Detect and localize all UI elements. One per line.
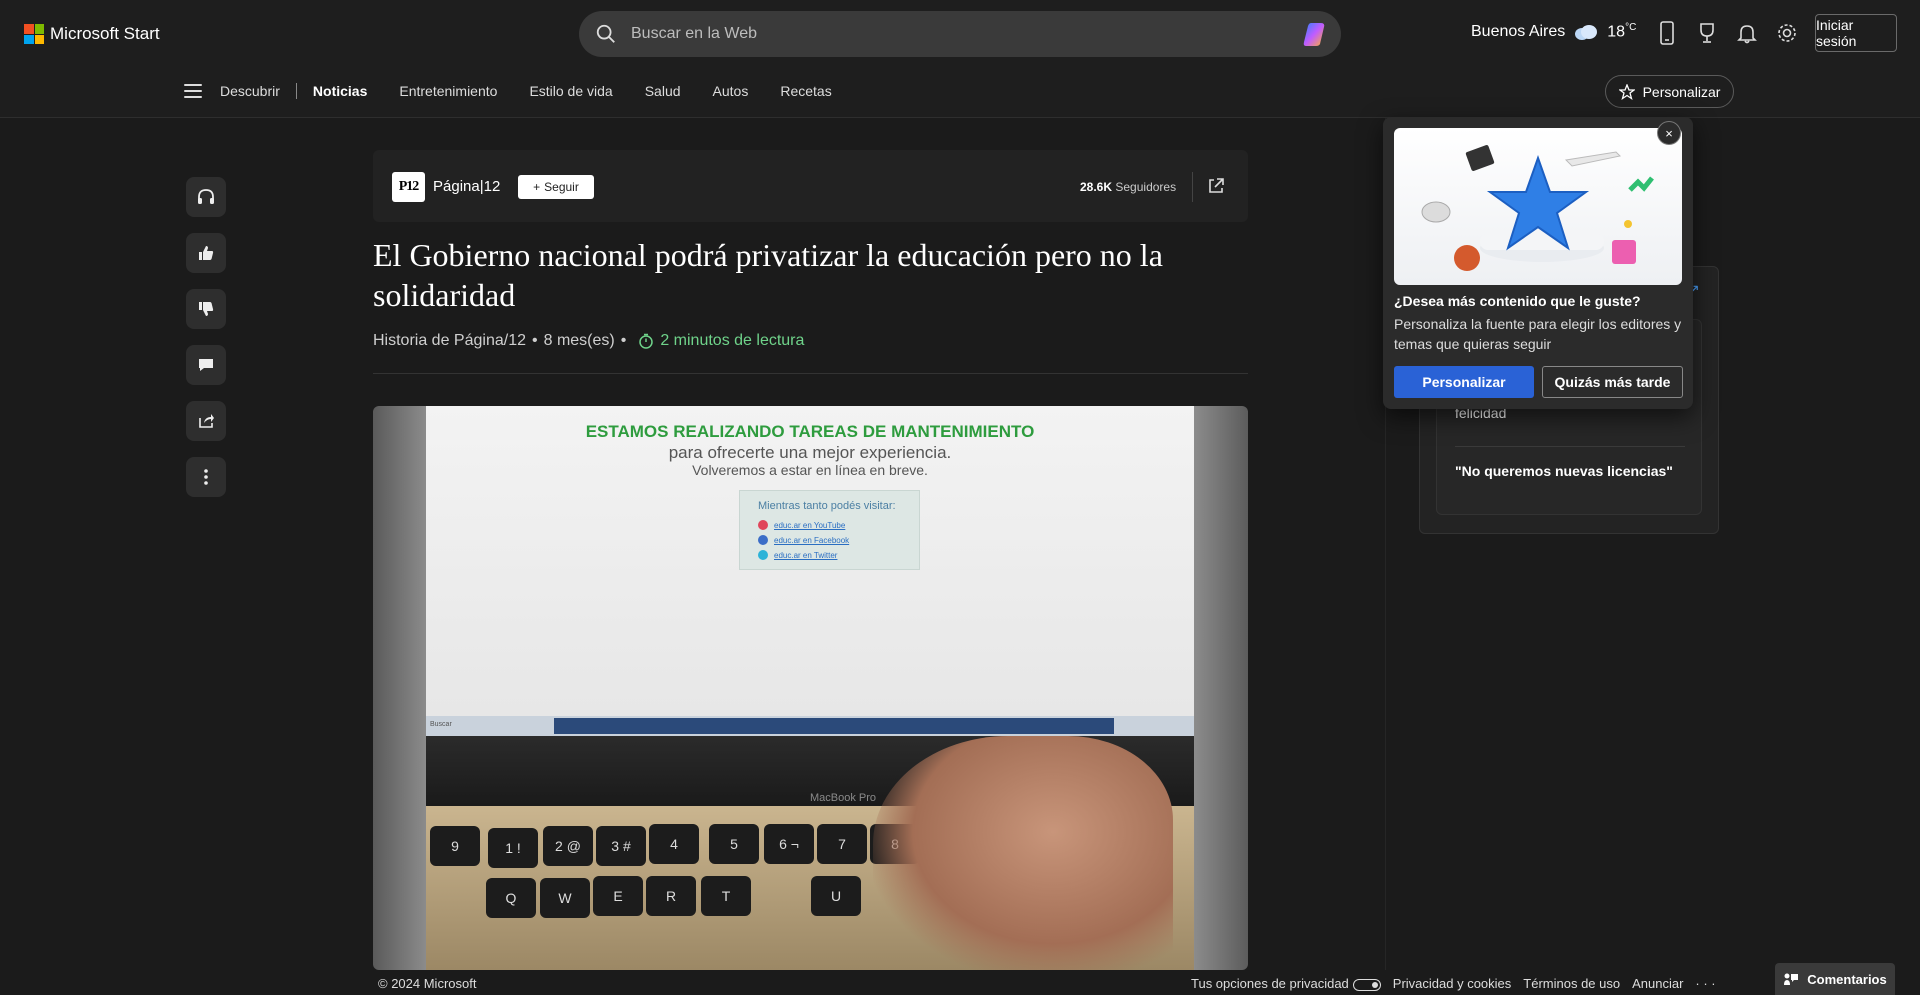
- comment-button[interactable]: [186, 345, 226, 385]
- article-hero-image[interactable]: ESTAMOS REALIZANDO TAREAS DE MANTENIMIEN…: [373, 406, 1248, 970]
- visit-box: Mientras tanto podés visitar: educ.ar en…: [739, 490, 920, 570]
- divider: [1455, 446, 1685, 447]
- popup-title: ¿Desea más contenido que le guste?: [1394, 293, 1641, 309]
- laptop-label: MacBook Pro: [810, 792, 877, 804]
- feedback-icon: [1784, 973, 1799, 985]
- star-illustration-icon: [1421, 145, 1654, 271]
- privacy-toggle-icon: [1352, 978, 1381, 991]
- search-input[interactable]: [631, 25, 1271, 43]
- privacy-cookies-link[interactable]: Privacidad y cookies: [1393, 976, 1512, 991]
- personalize-button[interactable]: Personalizar: [1605, 75, 1734, 108]
- bell-icon[interactable]: [1734, 20, 1760, 46]
- nav-item-descubrir[interactable]: Descubrir: [220, 83, 280, 99]
- read-time: 2 minutos de lectura: [638, 332, 804, 350]
- headphones-icon: [198, 189, 214, 204]
- nav-item-recetas[interactable]: Recetas: [780, 83, 831, 99]
- byline-separator: •: [620, 332, 627, 349]
- mobile-icon[interactable]: [1654, 20, 1680, 46]
- byline-source: Historia de Página/12: [373, 332, 526, 349]
- nav-item-salud[interactable]: Salud: [645, 83, 681, 99]
- laptop-screen: ESTAMOS REALIZANDO TAREAS DE MANTENIMIEN…: [426, 406, 1194, 736]
- brand-name: Microsoft Start: [50, 24, 160, 43]
- followers-count: 28.6K Seguidores: [1080, 180, 1177, 194]
- nav-item-noticias[interactable]: Noticias: [313, 83, 367, 99]
- page-footer: © 2024 Microsoft Tus opciones de privaci…: [0, 970, 1920, 995]
- taskbar-apps: [554, 718, 1114, 734]
- personalize-popup: × ¿Desea más contenido que le guste? Per…: [1383, 117, 1693, 409]
- twitter-icon: [758, 550, 768, 560]
- copyright: © 2024 Microsoft: [378, 976, 477, 991]
- like-button[interactable]: [186, 233, 226, 273]
- gear-icon[interactable]: [1774, 20, 1800, 46]
- publisher-logo[interactable]: P12: [392, 172, 425, 202]
- search-bar[interactable]: [579, 11, 1341, 57]
- external-link-icon[interactable]: [1206, 176, 1226, 196]
- terms-link[interactable]: Términos de uso: [1523, 976, 1620, 991]
- popup-illustration: [1394, 128, 1682, 285]
- plus-icon: +: [533, 180, 541, 194]
- maintenance-title: ESTAMOS REALIZANDO TAREAS DE MANTENIMIEN…: [585, 422, 1035, 441]
- timer-icon: [639, 333, 654, 349]
- more-options-button[interactable]: [186, 457, 226, 497]
- byline-separator: •: [531, 332, 538, 349]
- personalize-confirm-button[interactable]: Personalizar: [1394, 366, 1534, 398]
- nav-divider: [295, 83, 297, 99]
- nav-item-autos[interactable]: Autos: [713, 83, 749, 99]
- byline-age: 8 mes(es): [543, 332, 615, 349]
- search-icon: [596, 24, 615, 43]
- hand-shape: [873, 736, 1173, 970]
- weather-temp: 18°C: [1607, 22, 1637, 41]
- brand-logo[interactable]: Microsoft Start: [24, 24, 160, 44]
- hamburger-menu-icon[interactable]: [184, 84, 202, 98]
- comment-icon: [199, 359, 213, 371]
- dislike-button[interactable]: [186, 289, 226, 329]
- list-item[interactable]: "No queremos nuevas licencias": [1455, 463, 1673, 479]
- facebook-icon: [758, 535, 768, 545]
- youtube-icon: [758, 520, 768, 530]
- maintenance-subtitle-2: Volveremos a estar en línea en breve.: [692, 462, 928, 478]
- advertise-link[interactable]: Anunciar: [1632, 976, 1683, 991]
- nav-item-entretenimiento[interactable]: Entretenimiento: [399, 83, 497, 99]
- windows-taskbar: Buscar: [426, 716, 1194, 736]
- feedback-button[interactable]: Comentarios: [1775, 963, 1895, 995]
- weather-widget[interactable]: Buenos Aires 18°C: [1471, 22, 1636, 41]
- nav-item-estilo-de-vida[interactable]: Estilo de vida: [529, 83, 612, 99]
- article-byline: Historia de Página/12 • 8 mes(es) • 2 mi…: [373, 332, 804, 350]
- share-button[interactable]: [186, 401, 226, 441]
- facebook-link: educ.ar en Facebook: [758, 535, 849, 545]
- maybe-later-button[interactable]: Quizás más tarde: [1542, 366, 1683, 398]
- more-vertical-icon: [204, 469, 208, 485]
- close-button[interactable]: ×: [1657, 121, 1681, 145]
- personalize-label: Personalizar: [1642, 83, 1721, 100]
- follow-label: Seguir: [544, 180, 579, 194]
- visit-title: Mientras tanto podés visitar:: [758, 500, 896, 512]
- trophy-icon[interactable]: [1694, 20, 1720, 46]
- publisher-bar: P12 Página|12 + Seguir 28.6K Seguidores: [373, 150, 1248, 222]
- twitter-link: educ.ar en Twitter: [758, 550, 837, 560]
- share-icon: [199, 414, 214, 428]
- follow-button[interactable]: + Seguir: [518, 175, 594, 199]
- microsoft-logo-icon: [24, 24, 44, 44]
- star-settings-icon: [1618, 83, 1635, 100]
- thumbs-down-icon: [199, 302, 214, 316]
- divider: [1192, 172, 1193, 202]
- listen-button[interactable]: [186, 177, 226, 217]
- article-headline: El Gobierno nacional podrá privatizar la…: [373, 237, 1163, 313]
- divider: [373, 373, 1248, 374]
- publisher-name[interactable]: Página|12: [433, 178, 500, 195]
- main-nav: Descubrir Noticias Entretenimiento Estil…: [184, 78, 864, 104]
- maintenance-subtitle: para ofrecerte una mejor experiencia.: [668, 443, 952, 462]
- top-header: Microsoft Start Buenos Aires 18°C Inicia…: [0, 0, 1920, 118]
- weather-city: Buenos Aires: [1471, 22, 1566, 40]
- copilot-icon[interactable]: [1301, 20, 1331, 48]
- youtube-link: educ.ar en YouTube: [758, 520, 845, 530]
- signin-button[interactable]: Iniciar sesión: [1815, 14, 1897, 52]
- footer-links: Tus opciones de privacidad Privacidad y …: [1191, 976, 1716, 991]
- privacy-choices-link[interactable]: Tus opciones de privacidad: [1191, 976, 1381, 991]
- popup-text: Personaliza la fuente para elegir los ed…: [1394, 316, 1682, 352]
- thumbs-up-icon: [199, 246, 214, 260]
- more-footer-button[interactable]: · · ·: [1695, 976, 1715, 991]
- cloud-icon: [1575, 24, 1598, 40]
